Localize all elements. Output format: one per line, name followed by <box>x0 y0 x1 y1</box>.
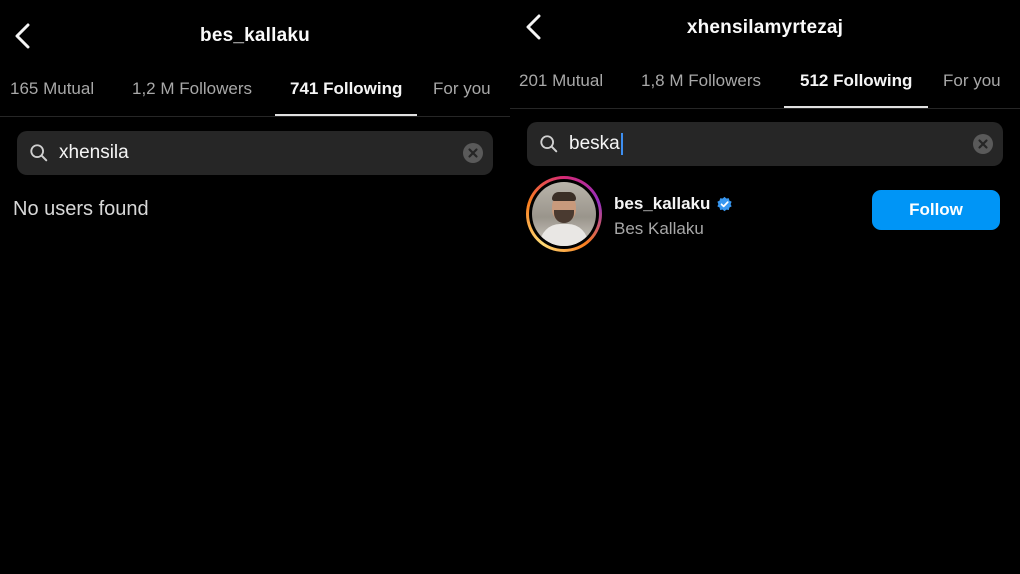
result-full-name: Bes Kallaku <box>614 219 704 238</box>
verified-badge-icon <box>717 196 733 211</box>
tab-for-you[interactable]: For you <box>943 59 1001 103</box>
no-results-message: No users found <box>13 198 149 220</box>
search-field[interactable]: xhensila <box>17 131 493 175</box>
search-input[interactable]: beska <box>569 133 620 155</box>
follow-tabs: 201 Mutual 1,8 M Followers 512 Following… <box>510 59 1020 108</box>
result-username[interactable]: bes_kallaku <box>614 194 733 214</box>
text-caret <box>620 133 623 155</box>
follow-button[interactable]: Follow <box>872 190 1000 230</box>
clear-icon[interactable] <box>973 134 993 154</box>
screenshot-composite: bes_kallaku 165 Mutual 1,2 M Followers 7… <box>0 0 1020 574</box>
tabs-divider <box>0 116 510 117</box>
clear-icon[interactable] <box>463 143 483 163</box>
tab-for-you[interactable]: For you <box>433 67 491 111</box>
tab-following[interactable]: 741 Following <box>290 67 402 111</box>
story-ring[interactable] <box>526 176 602 252</box>
search-icon <box>539 133 561 155</box>
search-input[interactable]: xhensila <box>59 142 463 164</box>
tabs-divider <box>510 108 1020 109</box>
tab-mutual[interactable]: 201 Mutual <box>519 59 603 103</box>
profile-title: bes_kallaku <box>200 25 310 46</box>
tab-followers[interactable]: 1,2 M Followers <box>132 67 252 111</box>
profile-title: xhensilamyrtezaj <box>686 17 844 38</box>
username-text: bes_kallaku <box>614 194 711 213</box>
search-result-row[interactable]: bes_kallaku Bes Kallaku Follow <box>510 174 1020 256</box>
tab-followers[interactable]: 1,8 M Followers <box>641 59 761 103</box>
left-panel: bes_kallaku 165 Mutual 1,2 M Followers 7… <box>0 0 510 574</box>
tab-following[interactable]: 512 Following <box>800 59 912 103</box>
tab-mutual[interactable]: 165 Mutual <box>10 67 94 111</box>
avatar <box>532 182 596 246</box>
right-panel: xhensilamyrtezaj 201 Mutual 1,8 M Follow… <box>510 0 1020 574</box>
follow-tabs: 165 Mutual 1,2 M Followers 741 Following… <box>0 67 510 116</box>
search-input-wrapper[interactable]: beska <box>569 133 973 155</box>
search-field[interactable]: beska <box>527 122 1003 166</box>
search-icon <box>29 142 51 164</box>
